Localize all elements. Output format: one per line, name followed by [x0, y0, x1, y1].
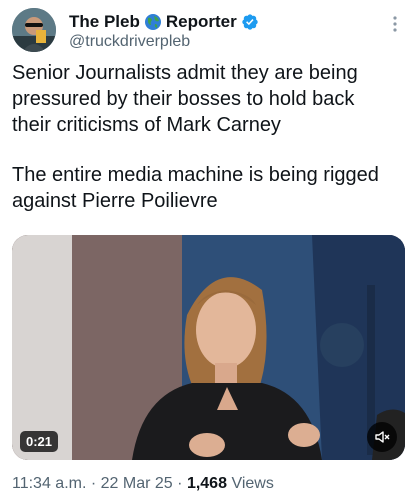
author-name-row[interactable]: The Pleb Reporter: [69, 11, 259, 33]
video-duration: 0:21: [20, 431, 59, 452]
video-thumbnail: [12, 235, 405, 460]
verified-badge-icon: [242, 14, 258, 30]
author-handle[interactable]: @truckdriverpleb: [69, 33, 190, 51]
speaker-muted-icon: [375, 431, 390, 443]
author-avatar[interactable]: [12, 8, 56, 52]
tweet-meta: 11:34 a.m. · 22 Mar 25 · 1,468 Views: [12, 475, 274, 493]
avatar-person-icon: [12, 8, 56, 52]
meta-separator-1: ·: [90, 475, 97, 492]
tweet-paragraph-1: Senior Journalists admit they are being …: [12, 62, 358, 136]
tweet-text: Senior Journalists admit they are being …: [12, 60, 392, 214]
views-label[interactable]: Views: [231, 475, 273, 492]
more-options-icon[interactable]: [385, 14, 405, 34]
author-name-part1[interactable]: The Pleb: [69, 12, 140, 32]
author-name-part2[interactable]: Reporter: [166, 12, 237, 32]
meta-separator-2: ·: [177, 475, 183, 492]
globe-icon: [144, 14, 161, 30]
video-player[interactable]: 0:21: [12, 235, 405, 460]
tweet-header: The Pleb Reporter @truckdriverpleb: [12, 8, 405, 56]
tweet-time[interactable]: 11:34 a.m.: [12, 475, 86, 492]
mute-button[interactable]: [367, 422, 397, 452]
views-count[interactable]: 1,468: [187, 475, 227, 492]
tweet-paragraph-2: The entire media machine is being rigged…: [12, 164, 379, 212]
tweet-date[interactable]: 22 Mar 25: [101, 475, 173, 492]
